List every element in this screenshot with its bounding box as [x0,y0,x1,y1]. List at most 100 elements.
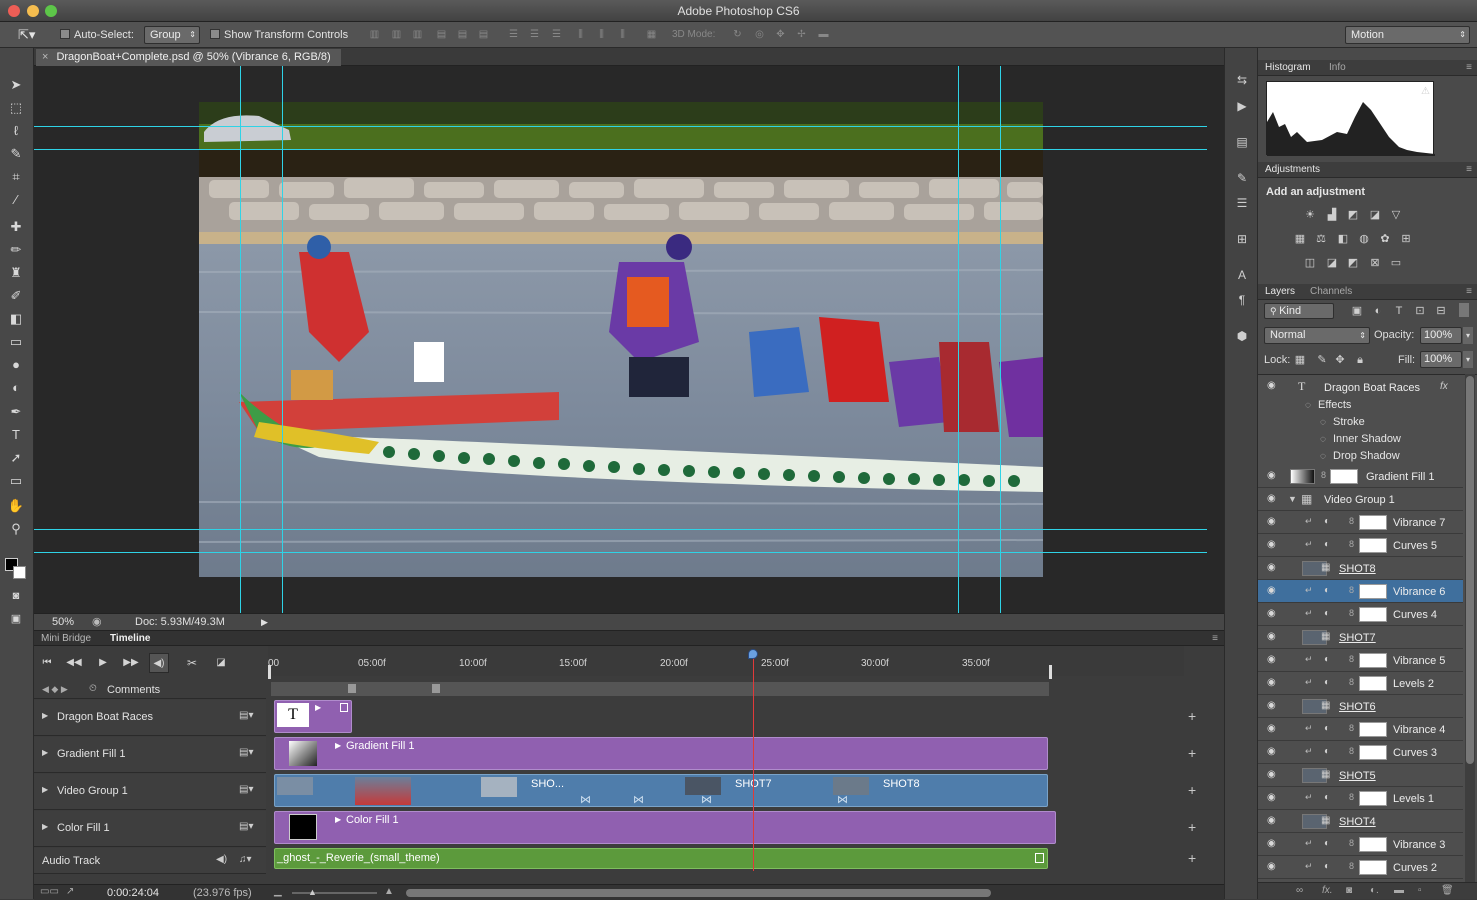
visibility-eye-icon[interactable]: ◉ [1267,380,1276,391]
gradient-map-icon[interactable]: ▭ [1389,257,1403,270]
filter-toggle[interactable] [1459,303,1469,317]
distribute-left-icon[interactable]: ⫼ [574,29,587,41]
lock-all-icon[interactable]: 🔒︎ [1353,354,1367,367]
effect-drop-shadow[interactable]: Drop Shadow [1333,450,1400,462]
layer-adjustment[interactable]: ◉ ↵ ◐ 8 Curves 3 [1258,741,1463,764]
play-icon[interactable]: ▶ [93,653,113,673]
lock-transparent-icon[interactable]: ▦ [1293,354,1307,367]
layer-text-dragon-boat-races[interactable]: ◉ T Dragon Boat Races fx [1258,375,1463,398]
type-tool-icon[interactable]: T [4,424,28,445]
horizontal-guide[interactable] [34,126,1207,127]
track-audio[interactable]: Audio Track ◀) ♫▾ [34,848,266,874]
scrollbar-thumb[interactable] [1466,376,1474,764]
visibility-eye-icon[interactable]: ◉ [1267,631,1276,642]
layer-adjustment[interactable]: ◉ ↵ ◐ 8 Curves 4 [1258,603,1463,626]
histogram-warning-icon[interactable]: ⚠ [1421,86,1430,97]
track-gradient-fill[interactable]: ▶ Gradient Fill 1 ▤▾ [34,737,266,773]
layer-gradient-fill[interactable]: ◉ 8 Gradient Fill 1 [1258,465,1463,488]
mute-audio-icon[interactable]: ◀) [149,653,169,673]
visibility-eye-icon[interactable]: ◉ [1267,585,1276,596]
timeline-zoom-slider[interactable] [292,892,377,894]
align-bottom-icon[interactable]: ▥ [411,29,424,41]
blur-tool-icon[interactable]: ● [4,354,28,375]
visibility-eye-icon[interactable]: ◉ [1267,516,1276,527]
zoom-slider-thumb-icon[interactable]: ▲ [308,887,317,897]
vertical-guide[interactable] [1000,66,1001,613]
add-mask-icon[interactable]: ◙ [1346,885,1352,896]
group-expand-arrow-icon[interactable]: ▼ [1288,494,1297,504]
track-options-icon[interactable]: ▤▾ [239,747,253,758]
effect-inner-shadow[interactable]: Inner Shadow [1333,433,1401,445]
color-balance-icon[interactable]: ⚖ [1314,233,1328,246]
layer-adjustment[interactable]: ◉ ↵ ◐ 8 Vibrance 5 [1258,649,1463,672]
layer-video[interactable]: ◉ ▦ SHOT8 [1258,557,1463,580]
tab-info[interactable]: Info [1329,60,1346,76]
align-hcenter-icon[interactable]: ▤ [456,29,469,41]
status-menu-arrow-icon[interactable]: ▶ [261,614,268,630]
fill-slider-toggle-icon[interactable]: ▾ [1463,351,1473,368]
layer-adjustment[interactable]: ◉ ↵ ◐ 8 Vibrance 6 [1258,580,1463,603]
effect-visibility-icon[interactable]: ◌ [1320,434,1326,445]
add-audio-icon[interactable]: + [1188,850,1196,866]
split-at-playhead-icon[interactable]: ✂ [182,653,202,673]
properties-panel-icon[interactable]: ⊞ [1234,231,1250,247]
document-tab[interactable]: × DragonBoat+Complete.psd @ 50% (Vibrance… [36,49,341,66]
work-area-start-handle[interactable] [268,665,271,679]
add-media-icon[interactable]: + [1188,819,1196,835]
distribute-hcenter-icon[interactable]: ⫼ [595,29,608,41]
curves-icon[interactable]: ◩ [1346,209,1360,222]
3d-panel-icon[interactable]: ⬢ [1234,328,1250,344]
show-transform-checkbox[interactable]: Show Transform Controls [210,27,348,43]
filter-smart-object-icon[interactable]: ⊟ [1434,305,1448,318]
filter-pixel-icon[interactable]: ▣ [1350,305,1364,318]
brightness-contrast-icon[interactable]: ☀ [1303,209,1317,222]
horizontal-guide[interactable] [34,529,1207,530]
track-dragon-boat-races[interactable]: ▶ Dragon Boat Races ▤▾ [34,700,266,736]
expand-arrow-icon[interactable]: ▶ [42,748,48,757]
visibility-eye-icon[interactable]: ◉ [1267,792,1276,803]
expand-arrow-icon[interactable]: ▶ [42,711,48,720]
zoom-level[interactable]: 50% [52,614,74,630]
pen-tool-icon[interactable]: ✒ [4,401,28,422]
marquee-tool-icon[interactable]: ⬚ [4,97,28,118]
screen-mode-icon[interactable]: ▣ [4,609,28,630]
visibility-eye-icon[interactable]: ◉ [1267,654,1276,665]
channel-mixer-icon[interactable]: ✿ [1378,233,1392,246]
3d-roll-icon[interactable]: ◎ [753,29,766,41]
delete-layer-icon[interactable]: 🗑︎ [1441,885,1454,896]
comment-nav-icon[interactable]: ◀ ◆ ▶ [42,684,68,695]
distribute-right-icon[interactable]: ⫼ [616,29,629,41]
3d-slide-icon[interactable]: ✢ [795,29,808,41]
keyframe-marker[interactable] [348,684,356,693]
path-selection-tool-icon[interactable]: ➚ [4,447,28,468]
new-group-icon[interactable]: ▬ [1394,885,1404,896]
panel-menu-icon[interactable]: ≡ [1466,284,1472,300]
visibility-eye-icon[interactable]: ◉ [1267,677,1276,688]
threshold-icon[interactable]: ◩ [1346,257,1360,270]
next-frame-icon[interactable]: ▶▶ [121,653,141,673]
layer-video[interactable]: ◉ ▦ SHOT4 [1258,810,1463,833]
vertical-guide[interactable] [240,66,241,613]
history-brush-tool-icon[interactable]: ✐ [4,285,28,306]
effect-visibility-icon[interactable]: ◌ [1320,451,1326,462]
exposure-icon[interactable]: ◪ [1368,209,1382,222]
layer-adjustment[interactable]: ◉ ↵ ◐ 8 Levels 2 [1258,672,1463,695]
layer-adjustment[interactable]: ◉ ↵ ◐ 8 Curves 5 [1258,534,1463,557]
hand-tool-icon[interactable]: ✋ [4,495,28,516]
layer-video[interactable]: ◉ ▦ SHOT5 [1258,764,1463,787]
status-options-icon[interactable]: ◉ [92,614,102,630]
layer-adjustment[interactable]: ◉ ↵ ◐ 8 Curves 2 [1258,856,1463,879]
fx-icon[interactable]: fx [1440,381,1448,392]
frame-animation-toggle-icon[interactable]: ▭▭ [40,886,59,897]
paragraph-panel-icon[interactable]: ¶ [1234,292,1250,308]
close-tab-icon[interactable]: × [42,51,48,63]
transition-marker-icon[interactable]: ⋈ [580,793,591,806]
add-media-icon[interactable]: + [1188,745,1196,761]
auto-select-checkbox[interactable]: Auto-Select: [60,27,134,43]
gradient-fill-clip[interactable]: ▶ Gradient Fill 1 [274,737,1048,770]
auto-select-dropdown[interactable]: Group ⇕ [144,26,200,44]
align-right-icon[interactable]: ▤ [477,29,490,41]
horizontal-guide[interactable] [34,552,1207,553]
horizontal-scrollbar[interactable] [406,889,991,897]
distribute-top-icon[interactable]: ☰ [507,29,520,41]
